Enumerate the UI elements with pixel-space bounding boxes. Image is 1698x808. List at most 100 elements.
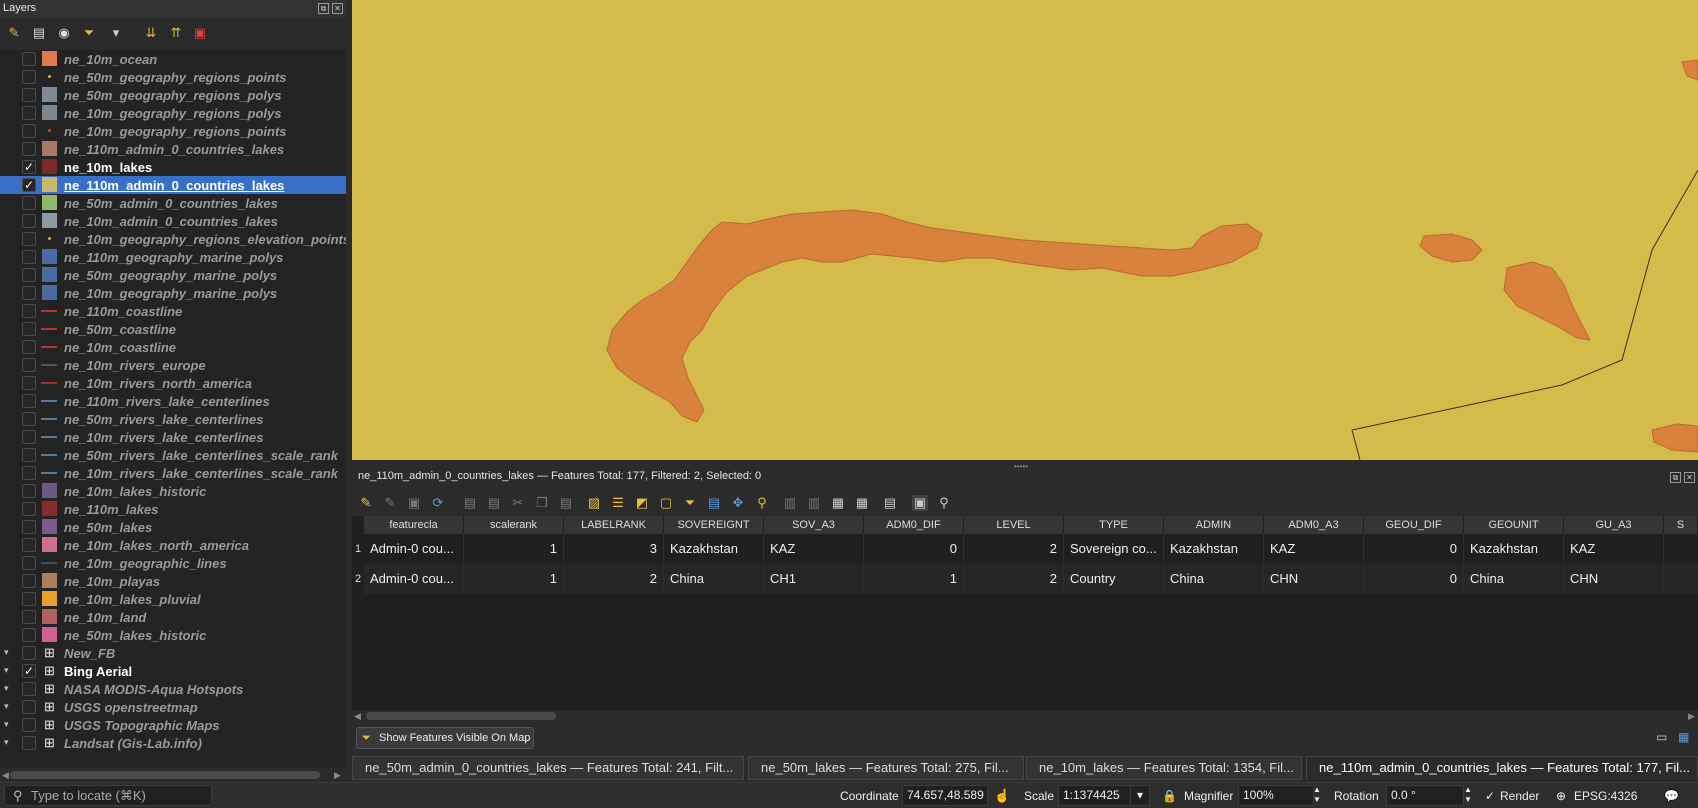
table-cell[interactable]: 2 — [564, 564, 664, 594]
layer-visibility-checkbox[interactable] — [22, 412, 36, 426]
rotation-field[interactable]: 0.0 ° — [1386, 785, 1464, 806]
layer-visibility-checkbox[interactable] — [22, 70, 36, 84]
reload-icon[interactable]: ⟳ — [430, 495, 446, 511]
table-cell[interactable]: China — [1464, 564, 1564, 594]
layer-item[interactable]: ne_50m_coastline — [0, 320, 346, 338]
layer-item[interactable]: ✓ ne_10m_lakes — [0, 158, 346, 176]
cut-icon[interactable]: ✂ — [510, 495, 526, 511]
table-cell[interactable]: 0 — [1364, 564, 1464, 594]
layer-item[interactable]: ne_110m_lakes — [0, 500, 346, 518]
layer-visibility-checkbox[interactable] — [22, 268, 36, 282]
layer-visibility-checkbox[interactable] — [22, 538, 36, 552]
expand-chevron-icon[interactable]: ▾ — [4, 665, 9, 676]
layer-item[interactable]: ne_110m_geography_marine_polys — [0, 248, 346, 266]
layer-item[interactable]: ne_10m_lakes_historic — [0, 482, 346, 500]
layer-visibility-checkbox[interactable]: ✓ — [22, 664, 36, 678]
dock-table-icon[interactable]: ▣ — [912, 495, 928, 511]
filter-legend-icon[interactable]: ⏷ — [81, 25, 97, 41]
field-calculator-icon[interactable]: ▦ — [854, 495, 870, 511]
layer-item[interactable]: ne_10m_playas — [0, 572, 346, 590]
layer-visibility-checkbox[interactable] — [22, 214, 36, 228]
layer-visibility-checkbox[interactable] — [22, 610, 36, 624]
layer-item[interactable]: ne_110m_rivers_lake_centerlines — [0, 392, 346, 410]
filter-by-expression-icon[interactable]: ▾ — [108, 25, 124, 41]
layer-visibility-checkbox[interactable] — [22, 52, 36, 66]
layer-visibility-checkbox[interactable] — [22, 736, 36, 750]
table-cell[interactable]: Admin-0 cou... — [364, 534, 464, 564]
move-selection-top-icon[interactable]: ▤ — [706, 495, 722, 511]
close-panel-icon[interactable]: ✕ — [332, 3, 343, 14]
show-features-filter-button[interactable]: ⏷ Show Features Visible On Map ⌄ — [356, 727, 534, 749]
open-layer-styling-icon[interactable]: ✎ — [6, 25, 22, 41]
table-cell[interactable]: China — [664, 564, 764, 594]
splitter-handle-icon[interactable]: ••••• — [1014, 462, 1028, 471]
lock-scale-icon[interactable]: 🔒 — [1162, 789, 1177, 803]
table-cell[interactable]: Kazakhstan — [1164, 534, 1264, 564]
select-by-expression-icon[interactable]: ▨ — [586, 495, 602, 511]
organize-columns-icon[interactable]: ▦ — [830, 495, 846, 511]
layer-visibility-checkbox[interactable] — [22, 196, 36, 210]
layer-visibility-checkbox[interactable] — [22, 322, 36, 336]
row-number[interactable]: 2 — [352, 564, 364, 594]
table-cell[interactable]: Kazakhstan — [1464, 534, 1564, 564]
column-header[interactable]: GU_A3 — [1564, 516, 1664, 534]
layer-visibility-checkbox[interactable] — [22, 376, 36, 390]
layer-visibility-checkbox[interactable] — [22, 358, 36, 372]
filter-select-icon[interactable]: ⏷ — [682, 495, 698, 511]
table-cell[interactable]: CHN — [1264, 564, 1364, 594]
column-header[interactable]: GEOUNIT — [1464, 516, 1564, 534]
tab-ne-50m-admin-0-countries-lakes[interactable]: ne_50m_admin_0_countries_lakes — Feature… — [352, 756, 744, 780]
table-cell[interactable]: China — [1164, 564, 1264, 594]
layer-item[interactable]: ne_10m_ocean — [0, 50, 346, 68]
magnifier-field[interactable]: 100% — [1238, 785, 1314, 806]
layer-item[interactable]: ne_10m_rivers_lake_centerlines — [0, 428, 346, 446]
magnifier-stepper-icon[interactable]: ▲ ▼ — [1313, 785, 1321, 805]
layer-item[interactable]: ne_10m_land — [0, 608, 346, 626]
table-cell[interactable]: KAZ — [1564, 534, 1664, 564]
layer-visibility-checkbox[interactable] — [22, 250, 36, 264]
column-header[interactable]: ADM0_A3 — [1264, 516, 1364, 534]
layer-item[interactable]: ne_50m_geography_marine_polys — [0, 266, 346, 284]
coordinate-field[interactable]: 74.657,48.589 — [902, 785, 988, 806]
rotation-stepper-icon[interactable]: ▲ ▼ — [1464, 785, 1472, 805]
layer-visibility-checkbox[interactable] — [22, 502, 36, 516]
locator-search-input[interactable]: ⚲ Type to locate (⌘K) — [4, 785, 212, 806]
layer-visibility-checkbox[interactable] — [22, 286, 36, 300]
new-field-icon[interactable]: ▥ — [782, 495, 798, 511]
table-cell[interactable]: 0 — [1364, 534, 1464, 564]
save-edits-icon[interactable]: ▣ — [406, 495, 422, 511]
layer-item[interactable]: ne_10m_geography_regions_elevation_point… — [0, 230, 346, 248]
layer-visibility-checkbox[interactable] — [22, 682, 36, 696]
close-table-icon[interactable]: ✕ — [1684, 472, 1695, 483]
layer-visibility-checkbox[interactable] — [22, 520, 36, 534]
collapse-all-icon[interactable]: ⇈ — [168, 25, 184, 41]
layer-visibility-checkbox[interactable] — [22, 430, 36, 444]
layer-visibility-checkbox[interactable] — [22, 394, 36, 408]
layer-item[interactable]: ne_10m_geographic_lines — [0, 554, 346, 572]
table-row[interactable]: Admin-0 cou... 1 2 China CH1 1 2 Country China CH… — [364, 564, 1698, 594]
layer-item[interactable]: ne_50m_admin_0_countries_lakes — [0, 194, 346, 212]
layer-visibility-checkbox[interactable]: ✓ — [22, 160, 36, 174]
layer-visibility-checkbox[interactable] — [22, 340, 36, 354]
layer-visibility-checkbox[interactable] — [22, 124, 36, 138]
table-row[interactable]: Admin-0 cou... 1 3 Kazakhstan KAZ 0 2 Sovereign… — [364, 534, 1698, 564]
layer-item[interactable]: ne_10m_geography_regions_points — [0, 122, 346, 140]
layer-item[interactable]: ne_50m_geography_regions_polys — [0, 86, 346, 104]
toggle-extents-icon[interactable]: ☝ — [994, 788, 1010, 804]
layer-item[interactable]: ne_50m_lakes_historic — [0, 626, 346, 644]
table-cell[interactable]: 1 — [464, 564, 564, 594]
tab-ne-50m-lakes[interactable]: ne_50m_lakes — Features Total: 275, Fil.… — [748, 756, 1024, 780]
render-checkbox[interactable]: ✓ — [1485, 789, 1495, 803]
expand-chevron-icon[interactable]: ▾ — [4, 647, 9, 658]
table-cell[interactable]: Kazakhstan — [664, 534, 764, 564]
scale-dropdown-chevron-down-icon[interactable]: ▾ — [1130, 785, 1150, 806]
expand-chevron-icon[interactable]: ▾ — [4, 719, 9, 730]
column-header[interactable]: SOV_A3 — [764, 516, 864, 534]
select-all-icon[interactable]: ☰ — [610, 495, 626, 511]
layer-visibility-checkbox[interactable] — [22, 646, 36, 660]
table-cell[interactable]: 1 — [864, 564, 964, 594]
expand-chevron-icon[interactable]: ▾ — [4, 701, 9, 712]
tab-ne-10m-lakes[interactable]: ne_10m_lakes — Features Total: 1354, Fil… — [1026, 756, 1302, 780]
layer-visibility-checkbox[interactable] — [22, 232, 36, 246]
layer-visibility-checkbox[interactable] — [22, 592, 36, 606]
